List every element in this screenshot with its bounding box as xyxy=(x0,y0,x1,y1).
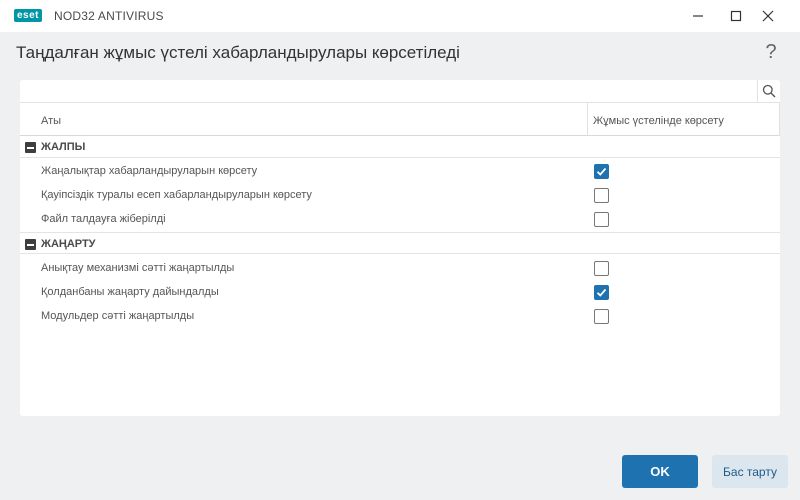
help-icon[interactable]: ? xyxy=(763,41,779,64)
row-label: Анықтау механизмі сәтті жаңартылды xyxy=(41,262,235,274)
search-bar xyxy=(20,80,780,103)
notifications-panel: Аты Жұмыс үстелінде көрсету ЖАЛПЫ Жаңалы… xyxy=(20,80,780,416)
table-row: Жаңалықтар хабарландыруларын көрсету xyxy=(20,159,780,183)
cancel-button[interactable]: Бас тарту xyxy=(712,455,788,488)
row-label: Файл талдауға жіберілді xyxy=(41,213,166,225)
app-update-prepared-checkbox[interactable] xyxy=(594,285,609,300)
table-row: Қауіпсіздік туралы есеп хабарландырулары… xyxy=(20,183,780,207)
table-row: Файл талдауға жіберілді xyxy=(20,207,780,231)
table-row: Модульдер сәтті жаңартылды xyxy=(20,304,780,328)
table-row: Қолданбаны жаңарту дайындалды xyxy=(20,280,780,304)
minimize-icon xyxy=(693,15,703,17)
eset-logo: eset xyxy=(14,9,43,22)
search-input[interactable] xyxy=(20,80,756,102)
show-news-checkbox[interactable] xyxy=(594,164,609,179)
app-title: NOD32 ANTIVIRUS xyxy=(54,9,164,23)
row-label: Модульдер сәтті жаңартылды xyxy=(41,310,195,322)
detection-engine-updated-checkbox[interactable] xyxy=(594,261,609,276)
close-icon xyxy=(762,10,774,22)
search-icon[interactable] xyxy=(757,80,780,102)
column-name-header[interactable]: Аты xyxy=(41,115,61,127)
maximize-icon xyxy=(730,10,742,22)
group-row-general[interactable]: ЖАЛПЫ xyxy=(20,136,780,158)
ok-button[interactable]: OK xyxy=(622,455,698,488)
group-row-update[interactable]: ЖАҢАРТУ xyxy=(20,232,780,254)
show-security-report-checkbox[interactable] xyxy=(594,188,609,203)
page-title: Таңдалған жұмыс үстелі хабарландырулары … xyxy=(16,43,460,62)
row-label: Қауіпсіздік туралы есеп хабарландырулары… xyxy=(41,189,312,201)
file-submitted-checkbox[interactable] xyxy=(594,212,609,227)
column-divider[interactable] xyxy=(779,103,780,136)
column-desktop-header[interactable]: Жұмыс үстелінде көрсету xyxy=(593,115,724,127)
table-row: Анықтау механизмі сәтті жаңартылды xyxy=(20,256,780,280)
group-label: ЖАЛПЫ xyxy=(41,141,86,153)
checkmark-icon xyxy=(596,167,607,176)
group-label: ЖАҢАРТУ xyxy=(41,238,96,250)
minimize-button[interactable] xyxy=(678,0,718,32)
close-button[interactable] xyxy=(748,0,788,32)
row-label: Қолданбаны жаңарту дайындалды xyxy=(41,286,219,298)
dialog-header: Таңдалған жұмыс үстелі хабарландырулары … xyxy=(0,32,800,76)
checkmark-icon xyxy=(596,288,607,297)
title-bar: eset NOD32 ANTIVIRUS xyxy=(0,0,800,32)
row-label: Жаңалықтар хабарландыруларын көрсету xyxy=(41,165,258,177)
table-header: Аты Жұмыс үстелінде көрсету xyxy=(20,103,780,136)
modules-updated-checkbox[interactable] xyxy=(594,309,609,324)
collapse-icon[interactable] xyxy=(25,142,36,153)
column-divider[interactable] xyxy=(587,103,588,136)
collapse-icon[interactable] xyxy=(25,239,36,250)
